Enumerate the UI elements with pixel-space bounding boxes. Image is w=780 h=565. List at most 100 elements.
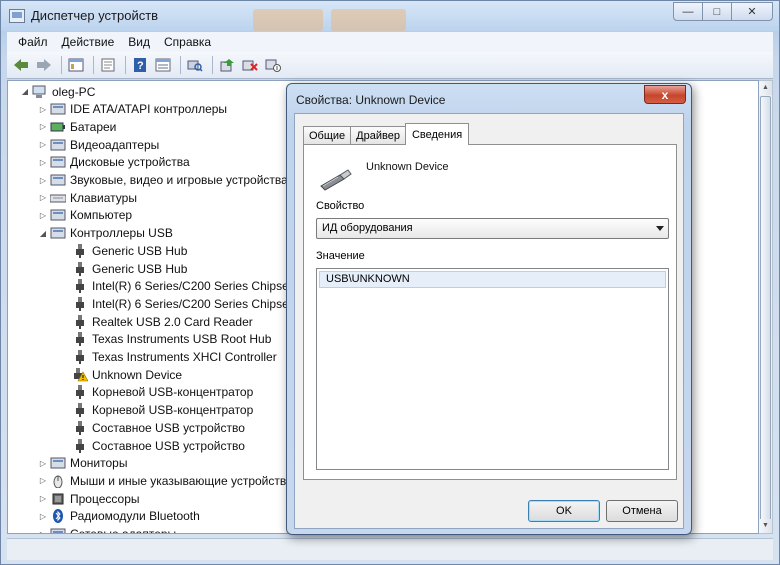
menu-view[interactable]: Вид <box>121 35 157 49</box>
menu-file[interactable]: Файл <box>11 35 55 49</box>
expand-arrow-icon[interactable]: ▷ <box>38 530 48 534</box>
tree-category[interactable]: ▷ IDE ATA/ATAPI контроллеры <box>38 101 227 118</box>
scroll-thumb[interactable] <box>760 96 771 521</box>
tree-item[interactable]: Generic USB Hub <box>60 242 187 259</box>
tree-item[interactable]: Корневой USB-концентратор <box>60 402 253 419</box>
tree-category[interactable]: ▷ Компьютер <box>38 207 132 224</box>
tree-item-unknown-device[interactable]: Unknown Device <box>60 366 182 383</box>
tab-strip: Общие Драйвер Сведения <box>303 122 470 145</box>
expand-arrow-icon[interactable]: ▷ <box>38 459 48 468</box>
window-controls: — □ ✕ <box>673 2 773 22</box>
maximize-button[interactable]: □ <box>702 2 732 21</box>
ok-button[interactable]: OK <box>528 500 600 522</box>
tree-item[interactable]: Составное USB устройство <box>60 437 245 454</box>
update-driver-button[interactable] <box>217 56 237 74</box>
close-button[interactable]: ✕ <box>731 2 773 21</box>
tree-item[interactable]: Intel(R) 6 Series/C200 Series Chipset Fa <box>60 278 309 295</box>
expand-arrow-icon[interactable]: ▷ <box>38 476 48 485</box>
tree-node-label: oleg-PC <box>52 84 96 99</box>
tree-node-label: Радиомодули Bluetooth <box>70 509 200 524</box>
console-tree-icon <box>68 58 84 72</box>
scroll-up-arrow-icon[interactable]: ▲ <box>759 81 772 95</box>
tree-item[interactable]: Составное USB устройство <box>60 419 245 436</box>
tree-category[interactable]: ▷ Видеоадаптеры <box>38 136 159 153</box>
minimize-button[interactable]: — <box>673 2 703 21</box>
tree-node-label: Корневой USB-концентратор <box>92 385 254 400</box>
property-label: Свойство <box>316 200 365 212</box>
scroll-down-arrow-icon[interactable]: ▼ <box>759 519 772 533</box>
expand-arrow-icon[interactable]: ▷ <box>38 193 48 202</box>
tree-node-label: Корневой USB-концентратор <box>92 403 254 418</box>
tree-category[interactable]: ▷ Процессоры <box>38 490 140 507</box>
tree-category[interactable]: ▷ Дисковые устройства <box>38 154 190 171</box>
properties-button[interactable] <box>98 56 118 74</box>
expand-arrow-icon[interactable]: ▷ <box>38 140 48 149</box>
expand-arrow-icon[interactable]: ▷ <box>38 211 48 220</box>
mouse-icon <box>50 474 66 489</box>
collapse-arrow-icon[interactable]: ◢ <box>20 87 30 96</box>
expand-arrow-icon[interactable]: ▷ <box>38 158 48 167</box>
property-select[interactable]: ИД оборудования <box>316 218 669 239</box>
value-label: Значение <box>316 250 365 262</box>
tree-root[interactable]: ◢ oleg-PC <box>20 83 95 100</box>
tree-category[interactable]: ▷ Сетевые адаптеры <box>38 526 176 534</box>
value-item[interactable]: USB\UNKNOWN <box>319 271 666 288</box>
expand-arrow-icon[interactable]: ▷ <box>38 105 48 114</box>
tree-item[interactable]: Корневой USB-концентратор <box>60 384 253 401</box>
tree-node-label: Дисковые устройства <box>70 155 190 170</box>
tab-driver[interactable]: Драйвер <box>350 126 406 145</box>
tree-item[interactable]: Texas Instruments XHCI Controller <box>60 349 277 366</box>
usb-controller-icon <box>50 226 66 240</box>
menu-action[interactable]: Действие <box>55 35 122 49</box>
expand-arrow-icon[interactable]: ▷ <box>38 122 48 131</box>
usb-warning-icon <box>72 367 89 382</box>
title-bar[interactable]: Диспетчер устройств — □ ✕ <box>1 1 779 31</box>
back-button[interactable] <box>11 56 31 74</box>
toolbar-separator <box>212 56 213 74</box>
expand-arrow-icon[interactable]: ▷ <box>38 176 48 185</box>
tree-scrollbar[interactable]: ▲ ▼ <box>759 80 773 534</box>
forward-arrow-icon <box>37 59 51 71</box>
disable-device-button[interactable] <box>263 56 283 74</box>
expand-arrow-icon[interactable]: ▷ <box>38 494 48 503</box>
tree-category[interactable]: ▷ Радиомодули Bluetooth <box>38 508 200 525</box>
menu-help[interactable]: Справка <box>157 35 218 49</box>
tree-category[interactable]: ▷ Батареи <box>38 118 116 135</box>
show-hide-tree-button[interactable] <box>66 56 86 74</box>
usb-device-icon <box>72 296 88 311</box>
expand-arrow-icon[interactable]: ▷ <box>38 512 48 521</box>
view-button[interactable] <box>153 56 173 74</box>
value-list[interactable]: USB\UNKNOWN <box>316 268 669 470</box>
usb-device-icon <box>72 350 88 364</box>
disable-device-icon <box>265 59 281 72</box>
tree-node-label: Процессоры <box>70 491 140 506</box>
scan-hardware-button[interactable] <box>185 56 205 74</box>
status-bar <box>7 538 773 560</box>
tree-item[interactable]: Texas Instruments USB Root Hub <box>60 331 271 348</box>
tree-category[interactable]: ▷ Мониторы <box>38 455 128 472</box>
tab-general[interactable]: Общие <box>303 126 352 145</box>
usb-device-icon <box>72 385 88 400</box>
tree-item[interactable]: Intel(R) 6 Series/C200 Series Chipset Fa <box>60 295 309 312</box>
tree-category[interactable]: ▷ Мыши и иные указывающие устройства <box>38 472 293 489</box>
dialog-title: Свойства: Unknown Device <box>296 93 446 107</box>
dialog-close-button[interactable]: x <box>644 85 686 104</box>
collapse-arrow-icon[interactable]: ◢ <box>38 229 48 238</box>
tree-item[interactable]: Realtek USB 2.0 Card Reader <box>60 313 253 330</box>
tree-category[interactable]: ◢ Контроллеры USB <box>38 225 173 242</box>
tree-category[interactable]: ▷ Звуковые, видео и игровые устройства <box>38 172 288 189</box>
uninstall-button[interactable] <box>240 56 260 74</box>
properties-sheet-icon <box>101 58 115 72</box>
tree-node-label: Texas Instruments XHCI Controller <box>92 350 277 364</box>
ide-controller-icon <box>50 102 66 116</box>
toolbar: ? <box>7 52 773 79</box>
help-button[interactable]: ? <box>130 56 150 74</box>
forward-button[interactable] <box>34 56 54 74</box>
property-select-value: ИД оборудования <box>322 222 413 234</box>
tree-category[interactable]: ▷ Клавиатуры <box>38 189 137 206</box>
device-manager-icon <box>9 9 25 23</box>
toolbar-separator <box>125 56 126 74</box>
tab-details[interactable]: Сведения <box>404 123 470 145</box>
cancel-button[interactable]: Отмена <box>606 500 678 522</box>
tree-item[interactable]: Generic USB Hub <box>60 260 187 277</box>
